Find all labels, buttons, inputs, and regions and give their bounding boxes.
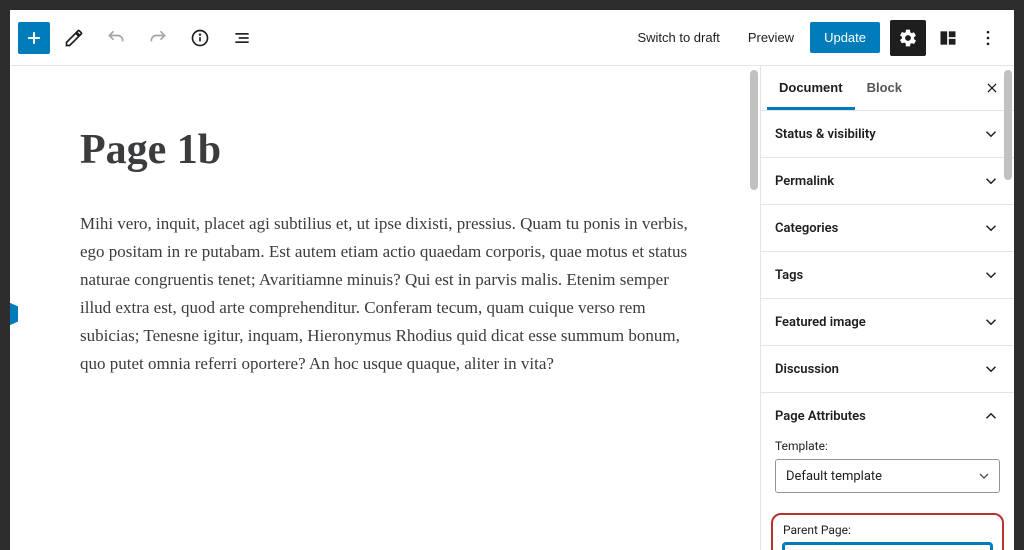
chevron-up-icon — [982, 407, 1000, 425]
chevron-down-icon — [982, 172, 1000, 190]
settings-sidebar: Document Block Status & visibility Perma… — [760, 66, 1014, 550]
panel-icon — [938, 28, 958, 48]
panel-page-attributes: Page Attributes Template: Default templa… — [761, 393, 1014, 550]
chevron-down-icon — [982, 313, 1000, 331]
editor-body: Page 1b Mihi vero, inquit, placet agi su… — [10, 66, 1014, 550]
template-label: Template: — [775, 439, 1000, 453]
info-icon — [190, 28, 210, 48]
update-button[interactable]: Update — [810, 22, 880, 53]
redo-icon — [148, 28, 168, 48]
redo-button[interactable] — [140, 20, 176, 56]
parent-page-highlight: Parent Page: (no parent) — [771, 513, 1004, 550]
parent-page-select[interactable]: (no parent) — [783, 543, 992, 550]
chevron-down-icon — [982, 266, 1000, 284]
panel-permalink-label: Permalink — [775, 174, 834, 189]
canvas-wrapper: Page 1b Mihi vero, inquit, placet agi su… — [10, 66, 760, 550]
more-vertical-icon — [978, 28, 998, 48]
panel-discussion-label: Discussion — [775, 362, 839, 377]
list-icon — [232, 28, 252, 48]
pencil-icon — [64, 28, 84, 48]
panel-tags-label: Tags — [775, 268, 803, 283]
chevron-down-icon — [982, 360, 1000, 378]
undo-button[interactable] — [98, 20, 134, 56]
panel-discussion[interactable]: Discussion — [761, 346, 1014, 393]
panel-attributes-body: Template: Default template — [761, 439, 1014, 507]
info-button[interactable] — [182, 20, 218, 56]
canvas-scrollbar[interactable] — [750, 70, 758, 190]
toolbar-right: Switch to draft Preview Update — [625, 20, 1006, 56]
sidebar-tabs: Document Block — [761, 66, 1014, 111]
outline-button[interactable] — [224, 20, 260, 56]
template-select-value: Default template — [786, 469, 882, 484]
sidebar-scrollbar[interactable] — [1004, 70, 1012, 180]
chevron-down-icon — [982, 125, 1000, 143]
close-icon — [985, 81, 999, 95]
tab-document[interactable]: Document — [767, 66, 855, 110]
top-toolbar: Switch to draft Preview Update — [10, 10, 1014, 66]
switch-to-draft-button[interactable]: Switch to draft — [625, 22, 731, 53]
more-menu-button[interactable] — [970, 20, 1006, 56]
undo-icon — [106, 28, 126, 48]
panel-featured-image[interactable]: Featured image — [761, 299, 1014, 346]
editor-canvas[interactable]: Page 1b Mihi vero, inquit, placet agi su… — [10, 66, 760, 438]
toolbar-left — [18, 20, 260, 56]
settings-button[interactable] — [890, 20, 926, 56]
panel-page-attributes-header[interactable]: Page Attributes — [761, 393, 1014, 439]
panel-categories-label: Categories — [775, 221, 838, 236]
panel-status-label: Status & visibility — [775, 127, 876, 142]
panel-attributes-label: Page Attributes — [775, 409, 866, 424]
gear-icon — [898, 28, 918, 48]
chevron-down-icon — [982, 219, 1000, 237]
panel-status[interactable]: Status & visibility — [761, 111, 1014, 158]
panel-permalink[interactable]: Permalink — [761, 158, 1014, 205]
panel-tags[interactable]: Tags — [761, 252, 1014, 299]
panel-categories[interactable]: Categories — [761, 205, 1014, 252]
page-body[interactable]: Mihi vero, inquit, placet agi subtilius … — [80, 210, 690, 378]
page-title[interactable]: Page 1b — [80, 126, 690, 174]
parent-page-label: Parent Page: — [783, 523, 992, 537]
editor-shell: Switch to draft Preview Update Page 1b M… — [10, 10, 1014, 550]
preview-button[interactable]: Preview — [736, 22, 806, 53]
template-select[interactable]: Default template — [775, 459, 1000, 493]
edit-mode-button[interactable] — [56, 20, 92, 56]
panel-toggle-button[interactable] — [930, 20, 966, 56]
panel-featured-label: Featured image — [775, 315, 866, 330]
add-block-button[interactable] — [18, 22, 50, 54]
tab-block[interactable]: Block — [855, 66, 914, 110]
